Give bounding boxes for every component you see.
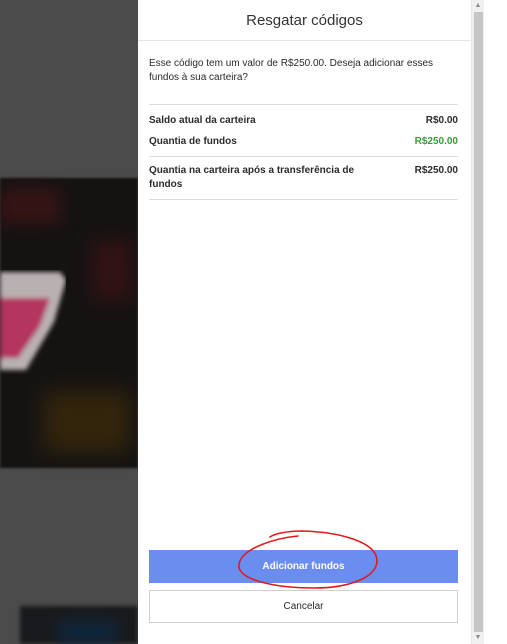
funds-amount-label: Quantia de fundos [149,136,237,147]
scroll-up-icon[interactable]: ▲ [472,0,484,12]
divider [149,156,458,157]
redeem-codes-dialog: Resgatar códigos Esse código tem um valo… [138,0,471,644]
vertical-scrollbar[interactable]: ▲ ▼ [471,0,484,644]
divider [149,199,458,200]
background-blur [58,620,118,644]
background-blur [0,188,60,224]
title-divider [138,40,471,41]
dialog-description: Esse código tem um valor de R$250.00. De… [149,58,434,83]
balance-after-transfer-label: Quantia na carteira após a transferência… [149,165,355,190]
background-page [0,0,138,644]
background-blur [92,240,132,300]
cancel-button[interactable]: Cancelar [149,590,458,623]
scroll-down-icon[interactable]: ▼ [472,632,484,644]
add-funds-button[interactable]: Adicionar fundos [149,550,458,583]
wallet-balance-value: R$0.00 [425,115,458,126]
background-shield-logo [0,272,66,370]
funds-amount-value: R$250.00 [414,136,458,147]
page-margin [484,0,507,644]
background-blur [44,392,130,452]
balance-after-transfer-value: R$250.00 [414,165,458,176]
wallet-balance-label: Saldo atual da carteira [149,115,256,126]
divider [149,104,458,105]
dialog-title: Resgatar códigos [246,12,363,29]
scrollbar-thumb[interactable] [474,12,483,632]
